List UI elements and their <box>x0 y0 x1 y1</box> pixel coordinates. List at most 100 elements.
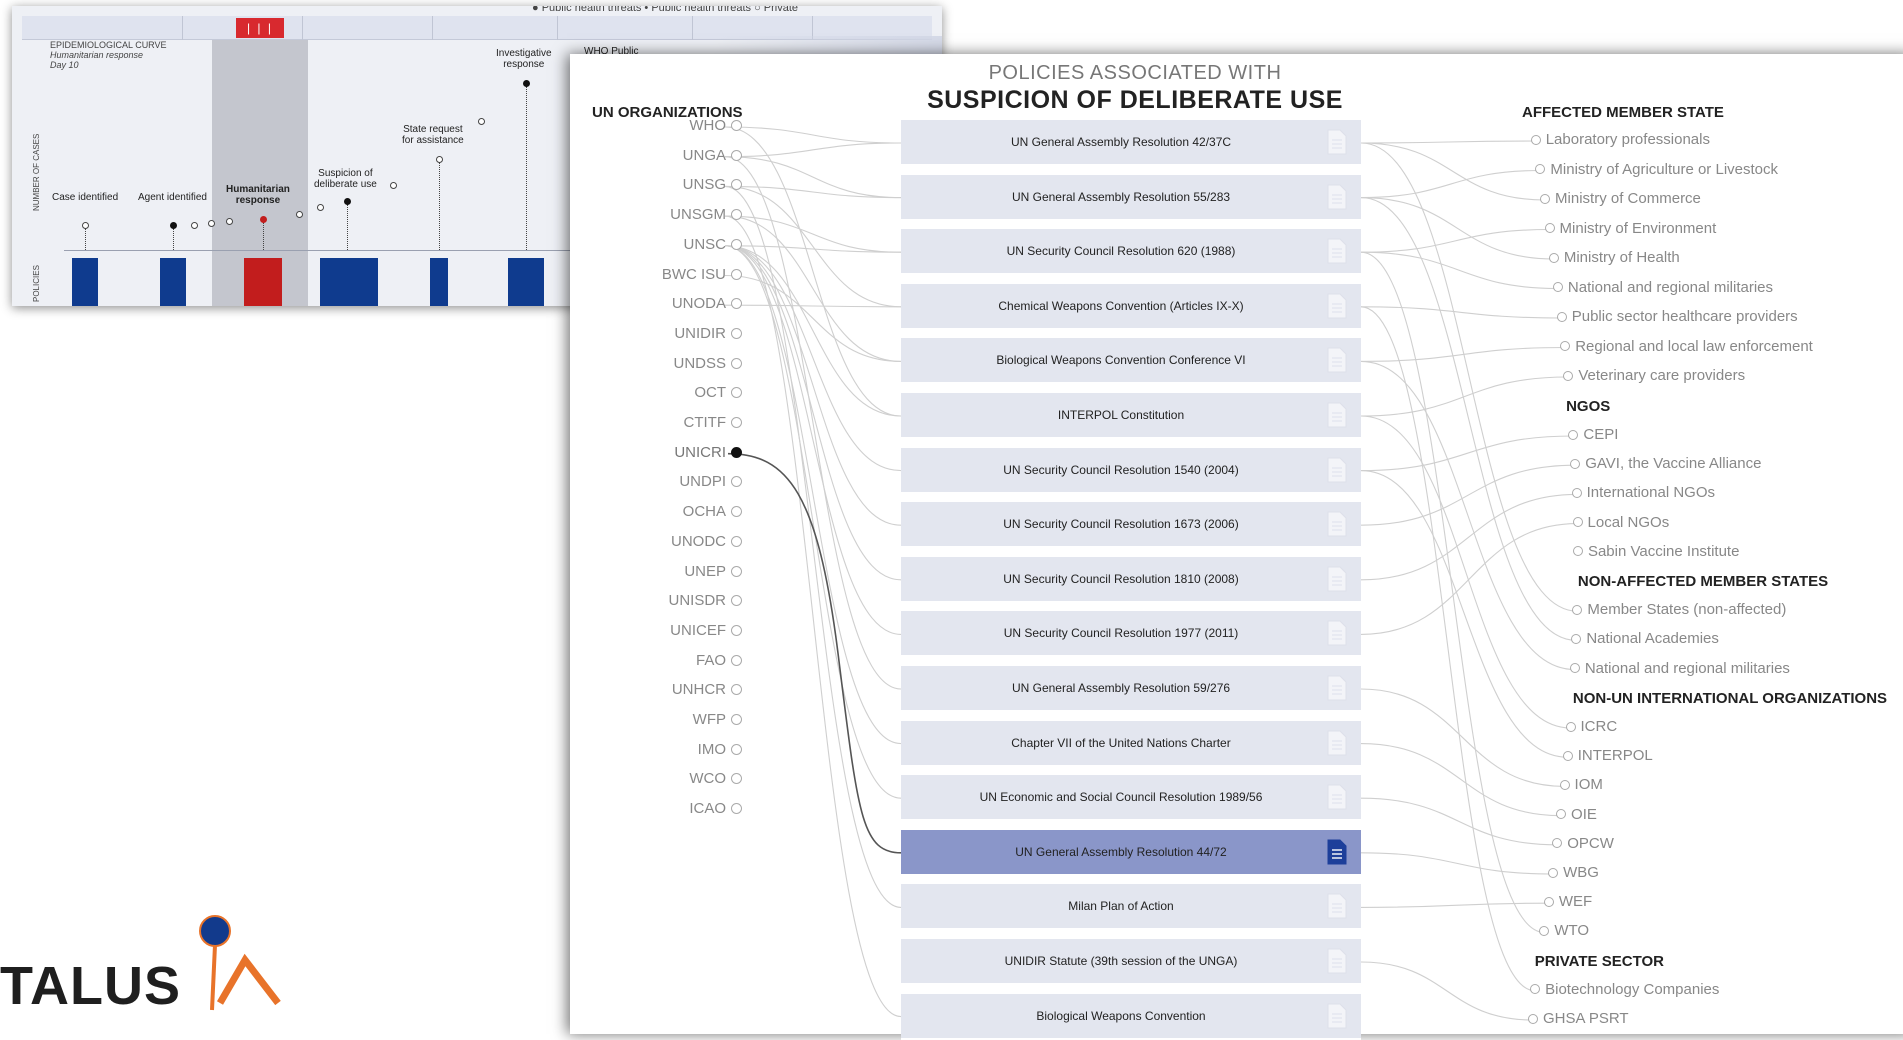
document-icon[interactable] <box>1327 238 1347 264</box>
org-ocha[interactable]: OCHA <box>683 503 742 520</box>
document-icon[interactable] <box>1327 1003 1347 1029</box>
org-select-radio[interactable] <box>731 238 742 250</box>
org-unhcr[interactable]: UNHCR <box>672 681 742 698</box>
stakeholder-radio[interactable] <box>1556 809 1567 820</box>
org-select-radio[interactable] <box>731 446 742 458</box>
policy-row[interactable]: UN Security Council Resolution 1810 (200… <box>901 556 1361 603</box>
org-select-radio[interactable] <box>731 654 742 666</box>
stakeholder-local-ngos[interactable]: Local NGOs <box>1572 514 1669 531</box>
document-icon[interactable] <box>1327 620 1347 646</box>
stakeholder-biotechnology-companies[interactable]: Biotechnology Companies <box>1530 981 1719 998</box>
org-select-radio[interactable] <box>731 357 742 369</box>
org-select-radio[interactable] <box>731 179 742 191</box>
stakeholder-radio[interactable] <box>1540 193 1551 204</box>
org-select-radio[interactable] <box>731 417 742 428</box>
policy-row[interactable]: Biological Weapons Convention Conference… <box>901 338 1361 385</box>
org-select-radio[interactable] <box>731 209 742 221</box>
stakeholder-ministry-of-agriculture-or-livestock[interactable]: Ministry of Agriculture or Livestock <box>1535 161 1778 178</box>
policy-row[interactable]: UN Security Council Resolution 1977 (201… <box>901 611 1361 658</box>
stakeholder-radio[interactable] <box>1548 867 1559 878</box>
org-unisdr[interactable]: UNISDR <box>668 592 742 609</box>
org-select-radio[interactable] <box>731 387 742 399</box>
org-unodc[interactable]: UNODC <box>671 533 742 550</box>
policy-row[interactable]: Chemical Weapons Convention (Articles IX… <box>901 283 1361 330</box>
stakeholder-radio[interactable] <box>1544 223 1555 233</box>
stakeholder-radio[interactable] <box>1565 721 1576 732</box>
stakeholder-sabin-vaccine-institute[interactable]: Sabin Vaccine Institute <box>1572 543 1739 560</box>
event-suspicion-deliberate-use[interactable]: Suspicion of deliberate use <box>314 168 377 190</box>
org-unga[interactable]: UNGA <box>683 147 742 164</box>
stakeholder-public-sector-healthcare-providers[interactable]: Public sector healthcare providers <box>1556 308 1798 325</box>
stakeholder-radio[interactable] <box>1571 633 1582 644</box>
policy-row[interactable]: INTERPOL Constitution <box>901 393 1361 439</box>
stakeholder-opcw[interactable]: OPCW <box>1552 835 1614 852</box>
document-icon[interactable] <box>1327 675 1347 701</box>
curve-point[interactable] <box>344 198 351 205</box>
policy-row[interactable]: Milan Plan of Action <box>901 884 1361 931</box>
stakeholder-radio[interactable] <box>1530 984 1541 995</box>
stakeholder-radio[interactable] <box>1552 838 1563 849</box>
event-case-identified[interactable]: Case identified <box>52 192 118 203</box>
stakeholder-national-and-regional-militaries[interactable]: National and regional militaries <box>1552 279 1773 296</box>
curve-point[interactable] <box>82 222 89 229</box>
stakeholder-radio[interactable] <box>1560 341 1571 351</box>
document-icon[interactable] <box>1327 839 1347 865</box>
document-icon[interactable] <box>1327 402 1347 428</box>
stakeholder-radio[interactable] <box>1556 311 1567 322</box>
policy-row[interactable]: UN General Assembly Resolution 42/37C <box>901 120 1361 166</box>
stakeholder-radio[interactable] <box>1530 134 1541 145</box>
stakeholder-icrc[interactable]: ICRC <box>1565 718 1617 735</box>
org-wfp[interactable]: WFP <box>693 711 742 728</box>
org-unidir[interactable]: UNIDIR <box>674 325 742 342</box>
org-fao[interactable]: FAO <box>696 652 742 669</box>
curve-point-active[interactable] <box>260 216 267 223</box>
document-icon[interactable] <box>1327 511 1347 537</box>
document-icon[interactable] <box>1327 347 1347 373</box>
document-icon[interactable] <box>1327 293 1347 319</box>
org-unep[interactable]: UNEP <box>684 563 742 580</box>
document-icon[interactable] <box>1327 129 1347 155</box>
policy-row[interactable]: UNIDIR Statute (39th session of the UNGA… <box>901 939 1361 985</box>
policy-row[interactable]: UN General Assembly Resolution 59/276 <box>901 666 1361 712</box>
stakeholder-radio[interactable] <box>1569 663 1580 674</box>
stakeholder-radio[interactable] <box>1568 429 1579 440</box>
stakeholder-gavi-the-vaccine-alliance[interactable]: GAVI, the Vaccine Alliance <box>1570 455 1761 472</box>
policy-row[interactable]: UN General Assembly Resolution 55/283 <box>901 174 1361 221</box>
org-select-radio[interactable] <box>731 595 742 607</box>
event-investigative-response[interactable]: Investigative response <box>496 48 552 70</box>
stakeholder-radio[interactable] <box>1559 779 1570 790</box>
stakeholder-veterinary-care-providers[interactable]: Veterinary care providers <box>1563 367 1745 384</box>
curve-point[interactable] <box>390 182 397 189</box>
policy-bar[interactable] <box>320 258 378 306</box>
curve-point[interactable] <box>208 220 215 227</box>
org-select-radio[interactable] <box>731 803 742 815</box>
document-icon[interactable] <box>1327 730 1347 756</box>
stakeholder-radio[interactable] <box>1572 604 1583 615</box>
org-select-radio[interactable] <box>731 298 742 310</box>
org-unsc[interactable]: UNSC <box>683 236 742 253</box>
curve-point[interactable] <box>226 218 233 225</box>
stakeholder-ghsa-psrt[interactable]: GHSA PSRT <box>1528 1010 1629 1027</box>
stakeholder-iom[interactable]: IOM <box>1559 776 1603 793</box>
org-undpi[interactable]: UNDPI <box>679 473 742 490</box>
policy-bar[interactable] <box>160 258 186 306</box>
curve-point[interactable] <box>523 80 530 87</box>
org-unsgm[interactable]: UNSGM <box>670 206 742 223</box>
policy-row[interactable]: UN Security Council Resolution 1673 (200… <box>901 502 1361 549</box>
stakeholder-interpol[interactable]: INTERPOL <box>1562 747 1653 764</box>
org-select-radio[interactable] <box>731 743 742 755</box>
org-select-radio[interactable] <box>731 624 742 636</box>
event-humanitarian-response[interactable]: Humanitarian response <box>226 184 290 206</box>
stakeholder-oie[interactable]: OIE <box>1556 806 1597 823</box>
stakeholder-radio[interactable] <box>1572 546 1583 557</box>
stakeholder-radio[interactable] <box>1535 164 1546 174</box>
org-unoda[interactable]: UNODA <box>672 295 742 312</box>
stakeholder-ministry-of-health[interactable]: Ministry of Health <box>1548 249 1680 266</box>
org-select-radio[interactable] <box>731 268 742 280</box>
policy-row-active[interactable]: UN General Assembly Resolution 44/72 <box>901 829 1361 876</box>
document-icon[interactable] <box>1327 948 1347 974</box>
org-select-radio[interactable] <box>731 327 742 339</box>
org-select-radio[interactable] <box>731 506 742 518</box>
org-select-radio[interactable] <box>731 120 742 131</box>
stakeholder-radio[interactable] <box>1571 487 1582 498</box>
